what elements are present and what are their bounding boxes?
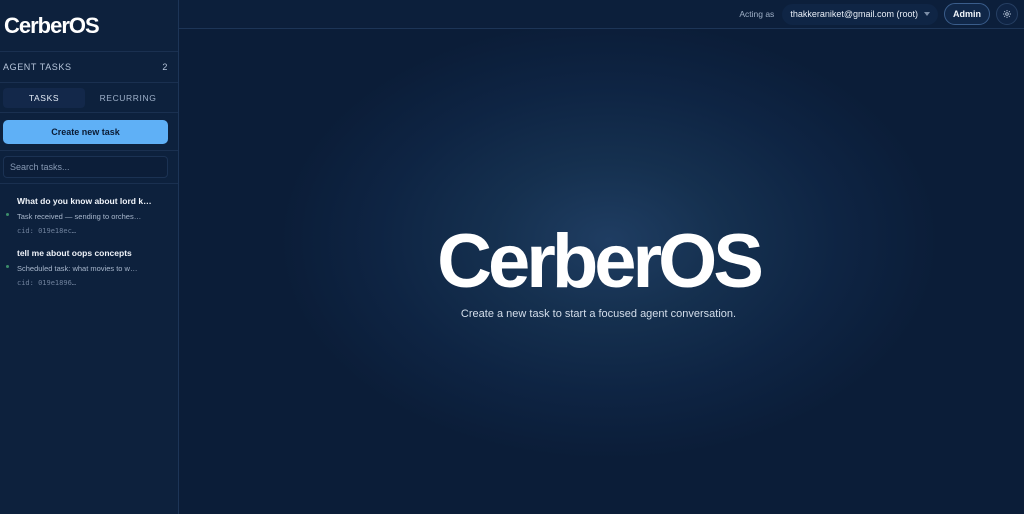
task-tabs: TASKS RECURRING (0, 83, 178, 113)
task-count-badge: 2 (162, 62, 168, 72)
admin-button[interactable]: Admin (944, 3, 990, 25)
task-subtitle: Scheduled task: what movies to w… (17, 264, 138, 273)
task-title: tell me about oops concepts (17, 248, 132, 258)
search-area (0, 151, 178, 184)
task-status-dot (6, 265, 9, 268)
tab-tasks[interactable]: TASKS (3, 87, 85, 108)
gear-icon (1003, 10, 1011, 18)
agent-tasks-header: AGENT TASKS 2 (0, 52, 178, 83)
hero-logo: CerberOS (437, 219, 764, 304)
acting-as-label: Acting as (739, 9, 775, 19)
create-new-task-button[interactable]: Create new task (3, 119, 168, 144)
search-tasks-input[interactable] (3, 156, 168, 178)
task-item[interactable]: What do you know about lord k… Task rece… (0, 192, 178, 244)
user-selector[interactable]: thakkeraniket@gmail.com (root) (782, 3, 938, 25)
task-cid: cid: 019e1896… (17, 279, 77, 287)
sidebar: CerberOS AGENT TASKS 2 TASKS RECURRING C… (0, 0, 179, 514)
task-subtitle: Task received — sending to orches… (17, 212, 142, 221)
user-email: thakkeraniket@gmail.com (root) (790, 9, 918, 19)
tab-recurring[interactable]: RECURRING (87, 88, 169, 108)
empty-state: CerberOS Create a new task to start a fo… (179, 219, 1024, 321)
main-panel: Acting as thakkeraniket@gmail.com (root)… (179, 0, 1024, 514)
task-list: What do you know about lord k… Task rece… (0, 184, 178, 296)
hero-subtitle: Create a new task to start a focused age… (460, 308, 737, 320)
task-title: What do you know about lord k… (17, 196, 152, 206)
settings-button[interactable] (996, 3, 1018, 25)
create-task-area: Create new task (0, 113, 178, 151)
task-item[interactable]: tell me about oops concepts Scheduled ta… (0, 244, 178, 296)
brand-logo[interactable]: CerberOS (0, 0, 178, 52)
app-root: CerberOS AGENT TASKS 2 TASKS RECURRING C… (0, 0, 1024, 514)
top-bar: Acting as thakkeraniket@gmail.com (root)… (179, 0, 1024, 29)
task-status-dot (6, 213, 9, 216)
section-title: AGENT TASKS (3, 62, 72, 72)
task-cid: cid: 019e18ec… (17, 227, 77, 235)
chevron-down-icon (924, 12, 930, 16)
